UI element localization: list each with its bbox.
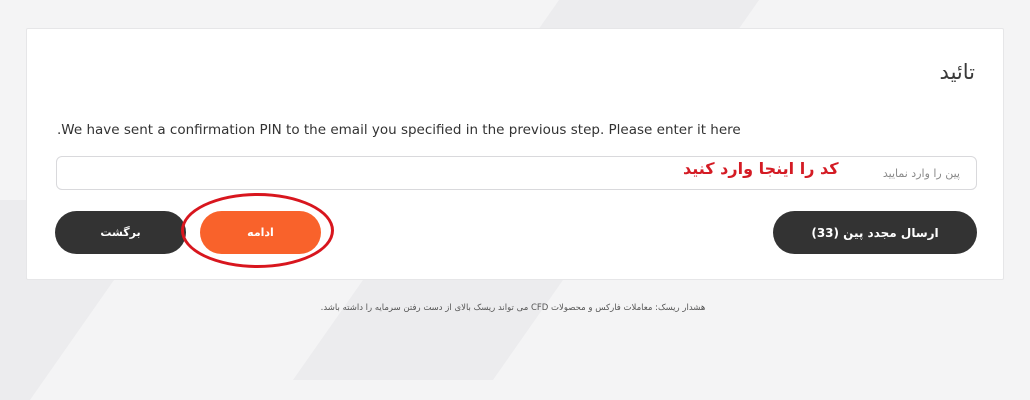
- annotation-label: کد را اینجا وارد کنید: [683, 159, 839, 178]
- instruction-text: .We have sent a confirmation PIN to the …: [57, 122, 741, 138]
- back-button[interactable]: برگشت: [55, 211, 186, 254]
- resend-pin-button[interactable]: ارسال مجدد پین (33): [773, 211, 977, 254]
- risk-warning: هشدار ریسک: معاملات فارکس و محصولات CFD …: [320, 303, 706, 313]
- page-title: تائید: [939, 60, 975, 84]
- continue-button[interactable]: ادامه: [200, 211, 321, 254]
- confirmation-card: تائید .We have sent a confirmation PIN t…: [26, 28, 1004, 280]
